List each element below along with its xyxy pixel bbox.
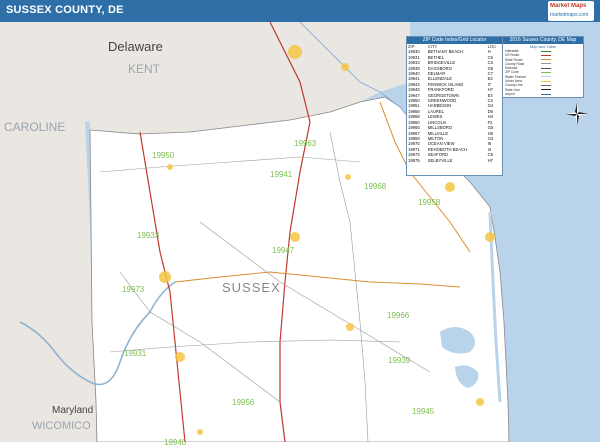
legend-row: Airport (503, 92, 583, 96)
label-sussex: SUSSEX (222, 280, 281, 295)
label-caroline: CAROLINE (4, 120, 66, 134)
city-cell: SELBYVILLE (427, 157, 453, 163)
zip-label-19931: 19931 (124, 349, 147, 358)
urban-milton (345, 174, 351, 180)
urban-selbyville (476, 398, 484, 406)
zip-label-19933: 19933 (137, 231, 160, 240)
urban-millsboro (346, 323, 354, 331)
legend-swatch (541, 80, 551, 82)
zip-label-19973: 19973 (122, 285, 145, 294)
zip-locator-title: ZIP Code Index/Grid Locator (407, 37, 502, 44)
logo-subtext: marketmaps.com (550, 12, 589, 18)
zip-locator-table: ZIP CITY LOC 19930 BETHANY BEACH H 19931 BET… (407, 44, 502, 163)
logo-text: Market Maps (550, 3, 587, 9)
title-bar: SUSSEX COUNTY, DE Market Maps marketmaps… (0, 0, 600, 22)
urban-seaford (159, 271, 171, 283)
legend-swatch (541, 89, 551, 91)
urban-rehoboth (485, 232, 495, 242)
map-title: SUSSEX COUNTY, DE (6, 4, 124, 16)
zip-label-19963: 19963 (294, 139, 317, 148)
label-kent: KENT (128, 62, 161, 76)
legend-swatch (541, 67, 551, 69)
zip-label-19950: 19950 (152, 151, 175, 160)
zip-label-19941: 19941 (270, 170, 293, 179)
legend-swatch (541, 63, 551, 65)
map-canvas[interactable]: Delaware KENT CAROLINE Maryland WICOMICO… (0, 22, 600, 447)
legend-swatch (541, 93, 551, 95)
compass-rose-icon (566, 103, 588, 125)
label-delaware: Delaware (108, 39, 163, 54)
urban-dover (288, 45, 302, 59)
zip-label-19966: 19966 (387, 311, 410, 320)
urban-laurel (175, 352, 185, 362)
zip-label-19968: 19968 (364, 182, 387, 191)
zip-locator-panel: ZIP Code Index/Grid Locator ZIP CITY LOC… (406, 36, 503, 176)
legend-panel: 2016 Sussex County, DE Map Map and Table… (502, 36, 584, 98)
legend-swatch (541, 76, 551, 78)
legend-title: 2016 Sussex County, DE Map (503, 37, 583, 44)
zip-table-row: 19975 SELBYVILLE H7 (407, 158, 502, 163)
zip-cell: 19975 (408, 157, 420, 163)
legend-swatch (541, 54, 551, 56)
zip-label-19945: 19945 (412, 407, 435, 416)
urban-delmar (197, 429, 203, 435)
legend-swatch (541, 59, 551, 61)
urban-lewes (445, 182, 455, 192)
legend-rows: Interstate US Route State Route County Road… (503, 49, 583, 96)
urban-frederica (341, 63, 349, 71)
legend-swatch (541, 72, 551, 74)
zip-label-19939: 19939 (388, 356, 411, 365)
publisher-logo: Market Maps marketmaps.com (548, 1, 594, 21)
legend-swatch (541, 50, 551, 52)
zip-label-19956: 19956 (232, 398, 255, 407)
loc-cell: H7 (487, 157, 493, 163)
legend-swatch (541, 84, 551, 86)
zip-label-19947: 19947 (272, 246, 295, 255)
urban-greenwood (167, 164, 173, 170)
legend-label: Airport (505, 91, 515, 96)
label-maryland: Maryland (52, 405, 94, 416)
urban-georgetown (290, 232, 300, 242)
zip-label-19958: 19958 (418, 198, 441, 207)
zip-label-19940: 19940 (164, 438, 187, 447)
label-wicomico: WICOMICO (32, 420, 91, 432)
zip-table-body: 19930 BETHANY BEACH H 19931 BETHEL C6 19933 BRI… (407, 49, 502, 163)
